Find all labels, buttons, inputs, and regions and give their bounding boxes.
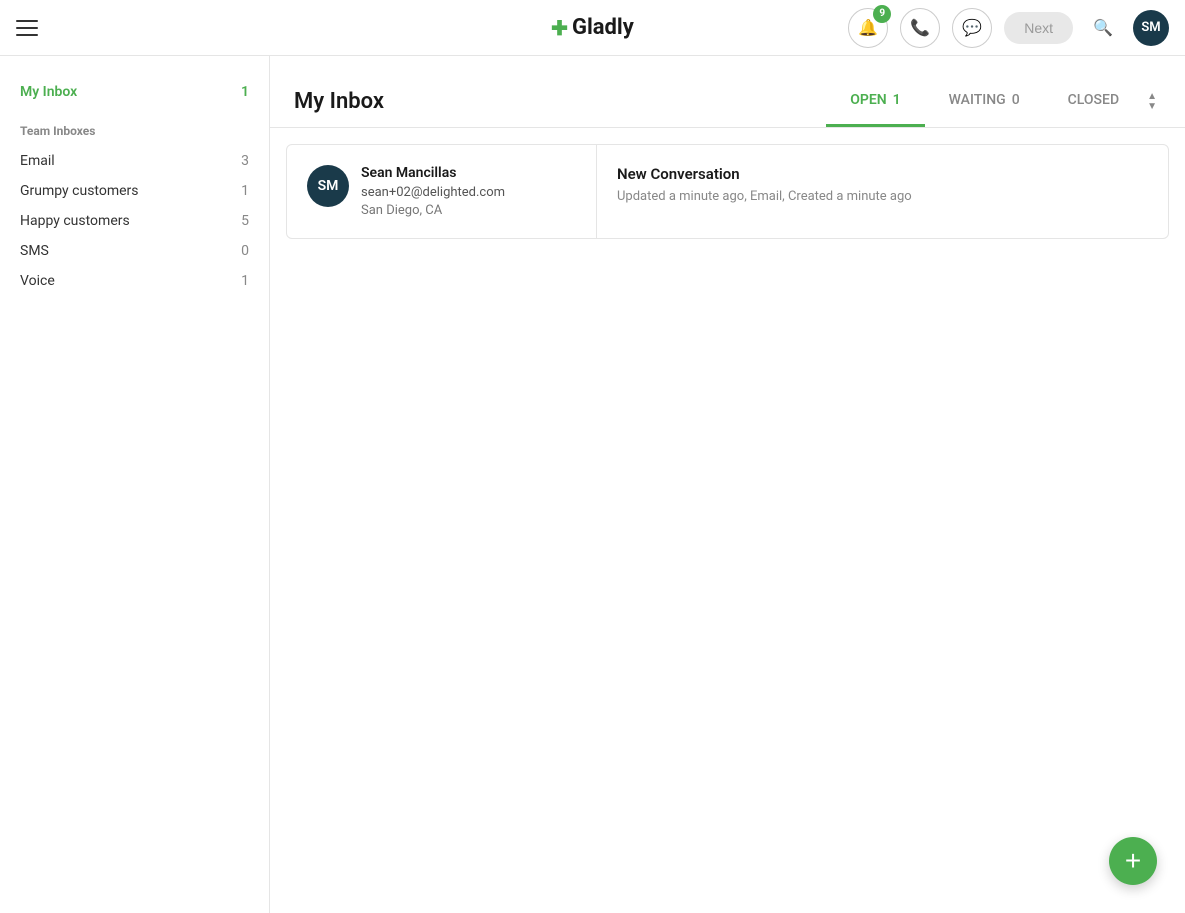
conversation-contact-location: San Diego, CA (361, 203, 576, 218)
main-layout: My Inbox 1 Team Inboxes Email 3 Grumpy c… (0, 56, 1185, 913)
chat-button[interactable]: 💬 (952, 8, 992, 48)
notifications-button[interactable]: 🔔 9 (848, 8, 888, 48)
my-inbox-count: 1 (241, 84, 249, 100)
phone-icon: 📞 (910, 18, 930, 37)
main-content: My Inbox OPEN 1 WAITING 0 CLOSED (270, 56, 1185, 913)
tab-waiting-label: WAITING (949, 92, 1006, 108)
user-avatar[interactable]: SM (1133, 10, 1169, 46)
team-inboxes-label: Team Inboxes (0, 108, 269, 146)
chevron-up-icon: ▲ (1147, 92, 1157, 102)
search-button[interactable]: 🔍 (1085, 10, 1121, 46)
conversation-meta: Updated a minute ago, Email, Created a m… (617, 189, 1148, 204)
tab-waiting[interactable]: WAITING 0 (925, 76, 1044, 127)
conversation-contact-info: Sean Mancillas sean+02@delighted.com San… (361, 165, 576, 218)
sidebar-item-my-inbox[interactable]: My Inbox 1 (0, 76, 269, 108)
sidebar-item-grumpy-count: 1 (241, 183, 249, 199)
tab-closed[interactable]: CLOSED (1044, 76, 1143, 127)
conversation-contact-email: sean+02@delighted.com (361, 185, 576, 200)
logo-text: Gladly (572, 15, 634, 40)
logo[interactable]: ✚ Gladly (551, 15, 634, 40)
conversation-contact-name: Sean Mancillas (361, 165, 576, 181)
conversation-subject: New Conversation (617, 165, 1148, 183)
tab-bar: OPEN 1 WAITING 0 CLOSED (826, 76, 1143, 127)
hamburger-menu-icon[interactable] (16, 20, 38, 36)
conversation-left-panel: SM Sean Mancillas sean+02@delighted.com … (287, 145, 597, 238)
sidebar-item-email-label: Email (20, 153, 55, 169)
tab-open[interactable]: OPEN 1 (826, 76, 924, 127)
page-title: My Inbox (294, 89, 384, 114)
new-conversation-fab[interactable]: + (1109, 837, 1157, 885)
sidebar-item-sms[interactable]: SMS 0 (0, 236, 269, 266)
sidebar-item-voice-label: Voice (20, 273, 55, 289)
sidebar-item-grumpy-customers[interactable]: Grumpy customers 1 (0, 176, 269, 206)
sidebar: My Inbox 1 Team Inboxes Email 3 Grumpy c… (0, 56, 270, 913)
tab-open-count: 1 (893, 92, 901, 108)
conversation-list: SM Sean Mancillas sean+02@delighted.com … (270, 128, 1185, 913)
sidebar-item-happy-label: Happy customers (20, 213, 130, 229)
tab-closed-label: CLOSED (1068, 92, 1119, 108)
logo-plus-icon: ✚ (551, 16, 568, 40)
sidebar-item-email[interactable]: Email 3 (0, 146, 269, 176)
tab-open-label: OPEN (850, 92, 886, 108)
chat-icon: 💬 (962, 18, 982, 37)
sort-arrows[interactable]: ▲ ▼ (1143, 92, 1161, 112)
next-button[interactable]: Next (1004, 12, 1073, 44)
sidebar-item-voice-count: 1 (241, 273, 249, 289)
sidebar-item-happy-customers[interactable]: Happy customers 5 (0, 206, 269, 236)
sidebar-item-voice[interactable]: Voice 1 (0, 266, 269, 296)
app-header: ✚ Gladly 🔔 9 📞 💬 Next 🔍 SM (0, 0, 1185, 56)
gladly-logo[interactable]: ✚ Gladly (551, 15, 634, 40)
conversation-card[interactable]: SM Sean Mancillas sean+02@delighted.com … (286, 144, 1169, 239)
sidebar-item-happy-count: 5 (241, 213, 249, 229)
notification-badge: 9 (873, 5, 891, 23)
sidebar-item-email-count: 3 (241, 153, 249, 169)
phone-button[interactable]: 📞 (900, 8, 940, 48)
conversation-right-panel: New Conversation Updated a minute ago, E… (597, 145, 1168, 238)
sidebar-item-grumpy-label: Grumpy customers (20, 183, 139, 199)
main-header: My Inbox OPEN 1 WAITING 0 CLOSED (270, 56, 1185, 128)
chevron-down-icon: ▼ (1147, 102, 1157, 112)
tab-waiting-count: 0 (1012, 92, 1020, 108)
my-inbox-label: My Inbox (20, 84, 77, 100)
header-right: 🔔 9 📞 💬 Next 🔍 SM (848, 8, 1169, 48)
sidebar-item-sms-label: SMS (20, 243, 49, 259)
header-left (16, 20, 38, 36)
conversation-avatar: SM (307, 165, 349, 207)
search-icon: 🔍 (1093, 18, 1113, 37)
sidebar-item-sms-count: 0 (241, 243, 249, 259)
